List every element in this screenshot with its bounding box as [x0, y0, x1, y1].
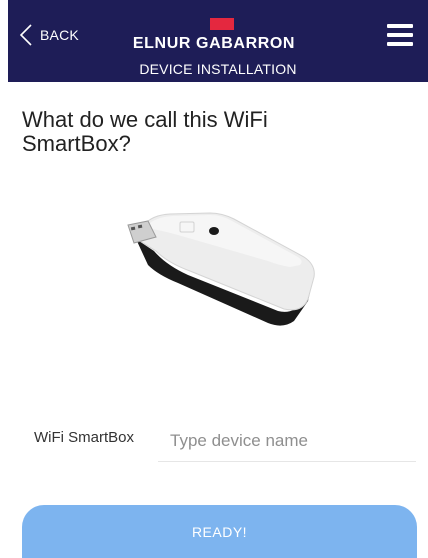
brand-logo: ELNUR GABARRON — [124, 18, 304, 58]
device-name-input[interactable] — [158, 420, 416, 462]
ready-button[interactable]: READY! — [22, 505, 417, 558]
app-screen: BACK ELNUR GABARRON DEVICE INSTALLATION … — [0, 0, 428, 558]
brand-mark — [210, 18, 234, 30]
chevron-left-icon — [20, 24, 32, 46]
brand-name: ELNUR GABARRON — [132, 35, 296, 52]
hamburger-menu-icon[interactable] — [387, 24, 413, 46]
device-name-label: WiFi SmartBox — [34, 429, 135, 446]
wifi-smartbox-image — [127, 212, 315, 326]
back-button[interactable]: BACK — [20, 24, 79, 46]
page-title: What do we call this WiFi SmartBox? — [22, 107, 268, 156]
back-label: BACK — [40, 27, 79, 43]
header-bar: BACK ELNUR GABARRON DEVICE INSTALLATION — [8, 0, 428, 82]
page-subtitle: DEVICE INSTALLATION — [139, 61, 297, 77]
